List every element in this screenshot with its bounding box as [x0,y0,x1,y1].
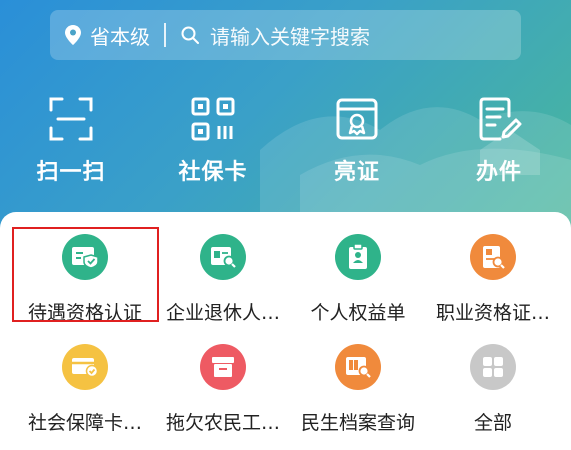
hero-banner: 省本级 请输入关键字搜索 扫一扫 社保卡 亮证 办件 [0,0,571,240]
archive-search-icon [335,344,381,390]
service-label: 拖欠农民工… [165,412,280,434]
search-divider [164,23,166,47]
clipboard-person-icon [335,234,381,280]
location-pin-icon[interactable] [64,24,82,46]
region-selector[interactable]: 省本级 [90,21,150,50]
archive-box-icon [200,344,246,390]
service-label: 全部 [473,412,512,434]
social-security-card-button[interactable]: 社保卡 [158,96,268,196]
service-social-security-card[interactable]: 社会保障卡… [14,332,156,442]
search-input[interactable]: 请输入关键字搜索 [210,21,370,50]
search-bar[interactable]: 省本级 请输入关键字搜索 [50,10,521,60]
search-icon [180,25,200,45]
service-label: 职业资格证… [435,302,550,324]
my-cases-label: 办件 [475,160,522,185]
card-check-icon [62,344,108,390]
grid-icon [470,344,516,390]
service-vocational-certificate[interactable]: 职业资格证… [422,222,564,332]
document-edit-icon [479,97,522,141]
certificate-icon [336,98,378,140]
social-security-card-label: 社保卡 [178,160,248,185]
service-label: 企业退休人… [165,302,280,324]
certificate-search-icon [470,234,516,280]
highlight-box [12,227,159,322]
id-card-search-icon [200,234,246,280]
qr-card-icon [191,97,235,141]
service-label: 个人权益单 [310,302,406,324]
scan-icon [49,97,93,141]
scan-label: 扫一扫 [36,160,106,185]
service-retiree-enterprise[interactable]: 企业退休人… [152,222,294,332]
show-certificate-label: 亮证 [333,160,380,185]
service-label: 民生档案查询 [300,412,415,434]
service-personal-rights-statement[interactable]: 个人权益单 [287,222,429,332]
service-livelihood-archive-query[interactable]: 民生档案查询 [287,332,429,442]
show-certificate-button[interactable]: 亮证 [302,96,412,196]
service-label: 社会保障卡… [27,412,142,434]
service-migrant-wage-arrears[interactable]: 拖欠农民工… [152,332,294,442]
my-cases-button[interactable]: 办件 [444,96,554,196]
scan-button[interactable]: 扫一扫 [16,96,126,196]
service-all[interactable]: 全部 [422,332,564,442]
